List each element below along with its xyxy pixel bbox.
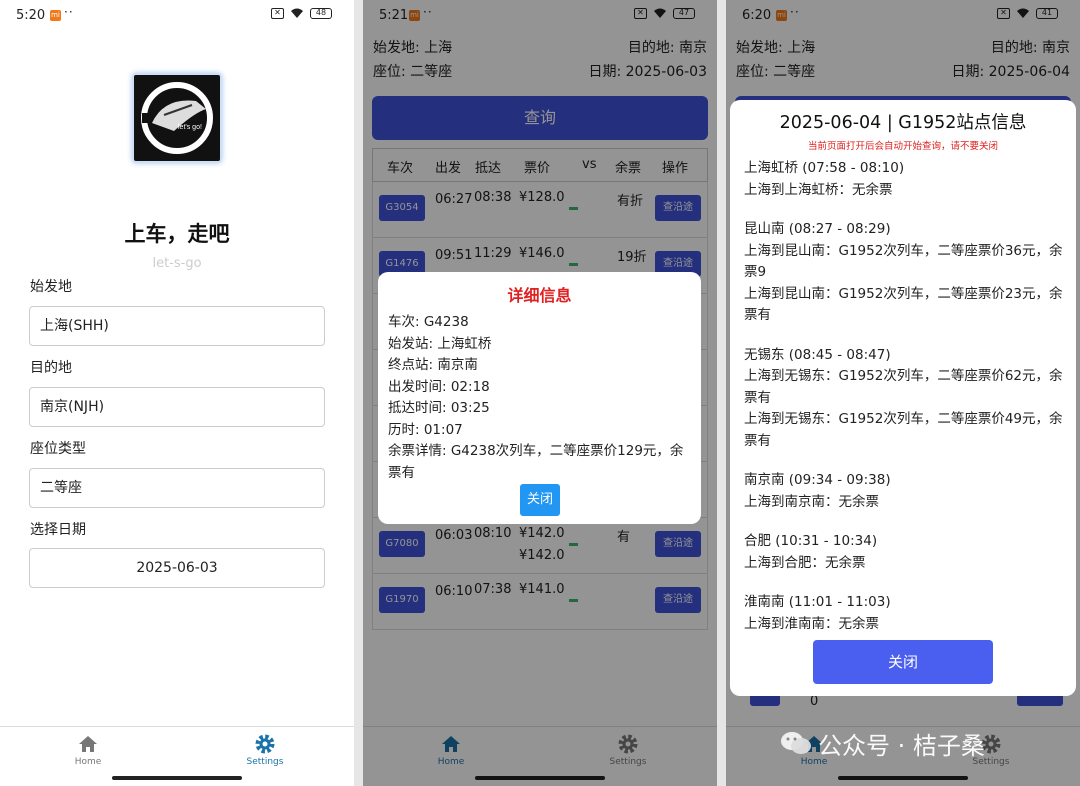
station-list[interactable]: 上海虹桥 (07:58 - 08:10) 上海到上海虹桥：无余票 昆山南 (08:2…	[744, 158, 1070, 630]
origin-label: 始发地	[30, 279, 72, 295]
more-dots-icon: ··	[64, 5, 74, 19]
close-button[interactable]: 关闭	[520, 484, 560, 516]
mi-icon: mi	[50, 10, 61, 21]
detail-end-station: 终点站: 南京南	[388, 357, 478, 373]
nav-home[interactable]: Home	[48, 733, 128, 767]
detail-tickets: 余票详情: G4238次列车，二等座票价129元，余票有	[388, 443, 684, 481]
app-logo: let's go!	[132, 73, 222, 163]
station-ticket-line: 上海到合肥：无余票	[744, 554, 866, 571]
status-time: 5:20	[16, 8, 46, 23]
home-indicator	[112, 776, 242, 780]
station-dialog: 2025-06-04 | G1952站点信息 当前页面打开后会自动开始查询，请不…	[730, 100, 1076, 696]
dialog-title: 2025-06-04 | G1952站点信息	[779, 113, 1027, 133]
station-ticket-line: 上海到昆山南：G1952次列车，二等座票价36元，余票9	[744, 242, 1063, 281]
date-label: 选择日期	[30, 522, 86, 538]
station-ticket-line: 上海到昆山南：G1952次列车，二等座票价23元，余票有	[744, 285, 1063, 324]
train-logo-icon: let's go!	[141, 82, 213, 154]
watermark-text: 公众号 · 桔子桑	[818, 731, 985, 760]
station-name: 南京南 (09:34 - 09:38)	[744, 472, 891, 488]
station-item: 南京南 (09:34 - 09:38) 上海到南京南：无余票	[744, 470, 1070, 513]
detail-start-station: 始发站: 上海虹桥	[388, 335, 492, 352]
nav-settings[interactable]: Settings	[225, 733, 305, 767]
detail-train: 车次: G4238	[388, 314, 469, 330]
station-name: 淮南南 (11:01 - 11:03)	[744, 594, 891, 610]
station-item: 上海虹桥 (07:58 - 08:10) 上海到上海虹桥：无余票	[744, 158, 1070, 201]
station-ticket-line: 上海到淮南南：无余票	[744, 615, 879, 631]
screen-results: 5:21 mi ·· ✕ 47 始发地: 上海 目的地: 南京 座位: 二等座 …	[363, 0, 717, 786]
station-name: 昆山南 (08:27 - 08:29)	[744, 221, 891, 237]
svg-text:let's go!: let's go!	[178, 124, 202, 131]
wifi-icon	[291, 8, 303, 18]
detail-lines: 车次: G4238 始发站: 上海虹桥 终点站: 南京南 出发时间: 02:18…	[388, 312, 694, 484]
origin-input[interactable]: 上海(SHH)	[29, 306, 325, 346]
station-item: 合肥 (10:31 - 10:34) 上海到合肥：无余票	[744, 531, 1070, 574]
detail-duration: 历时: 01:07	[388, 421, 463, 438]
station-name: 上海虹桥 (07:58 - 08:10)	[744, 160, 905, 176]
screen-station-info: 6:20 mi ·· ✕ 41 始发地: 上海 目的地: 南京 座位: 二等座 …	[726, 0, 1080, 786]
station-ticket-line: 上海到无锡东：G1952次列车，二等座票价62元，余票有	[744, 368, 1063, 406]
battery-icon: 48	[310, 8, 332, 19]
detail-dialog: 详细信息 车次: G4238 始发站: 上海虹桥 终点站: 南京南 出发时间: …	[378, 272, 701, 524]
station-item: 昆山南 (08:27 - 08:29) 上海到昆山南：G1952次列车，二等座票价…	[744, 219, 1070, 327]
dialog-warning: 当前页面打开后会自动开始查询，请不要关闭	[807, 141, 998, 152]
bottom-nav: Home Settings	[0, 726, 354, 786]
app-title: 上车，走吧	[124, 222, 230, 246]
watermark: 公众号 · 桔子桑	[780, 726, 985, 760]
dialog-title: 详细信息	[507, 286, 572, 305]
date-picker[interactable]: 2025-06-03	[29, 548, 325, 588]
station-ticket-line: 上海到南京南：无余票	[744, 493, 879, 510]
nav-settings-label: Settings	[246, 757, 284, 767]
status-bar: 5:20 mi ·· ✕ 48	[0, 0, 354, 30]
station-item: 淮南南 (11:01 - 11:03) 上海到淮南南：无余票	[744, 592, 1070, 630]
gear-icon	[255, 734, 275, 754]
seat-type-label: 座位类型	[30, 441, 86, 457]
app-subtitle: let-s-go	[152, 256, 202, 271]
station-item: 无锡东 (08:45 - 08:47) 上海到无锡东：G1952次列车，二等座票价…	[744, 345, 1070, 453]
detail-depart-time: 出发时间: 02:18	[388, 378, 490, 395]
wechat-icon	[781, 732, 811, 754]
close-button[interactable]: 关闭	[813, 640, 993, 684]
station-ticket-line: 上海到无锡东：G1952次列车，二等座票价49元，余票有	[744, 411, 1063, 449]
station-name: 合肥 (10:31 - 10:34)	[744, 533, 878, 549]
seat-type-select[interactable]: 二等座	[29, 468, 325, 508]
destination-input[interactable]: 南京(NJH)	[29, 387, 325, 427]
destination-label: 目的地	[30, 360, 72, 376]
screen-settings: 5:20 mi ·· ✕ 48 let's go! 上车，走吧 let-s-go…	[0, 0, 354, 786]
nav-home-label: Home	[74, 757, 102, 767]
home-icon	[79, 736, 97, 752]
detail-arrive-time: 抵达时间: 03:25	[388, 400, 490, 416]
no-sim-icon: ✕	[271, 8, 284, 19]
station-name: 无锡东 (08:45 - 08:47)	[744, 346, 891, 363]
station-ticket-line: 上海到上海虹桥：无余票	[744, 181, 893, 198]
